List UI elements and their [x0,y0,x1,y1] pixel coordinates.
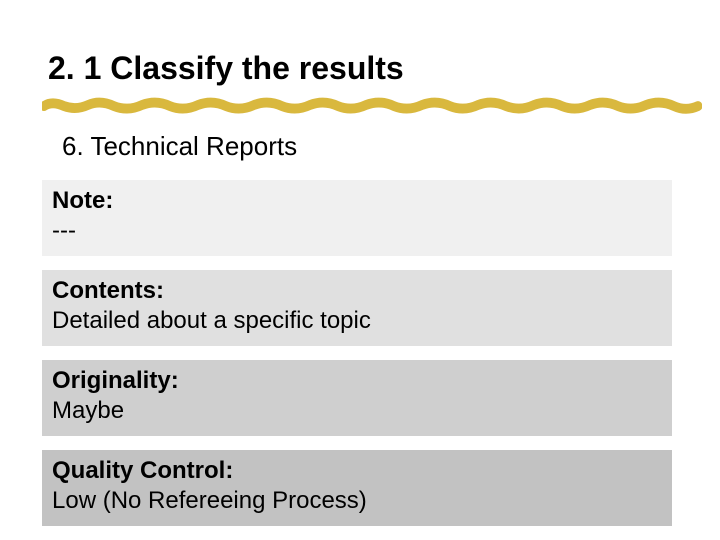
info-rows: Note: --- Contents: Detailed about a spe… [42,180,672,526]
info-row-originality: Originality: Maybe [42,360,672,436]
row-value: Low (No Refereeing Process) [52,486,662,516]
info-row-quality-control: Quality Control: Low (No Refereeing Proc… [42,450,672,526]
title-underline [42,93,702,117]
row-label: Note: [52,186,662,216]
row-label: Quality Control: [52,456,662,486]
row-value: --- [52,216,662,246]
info-row-note: Note: --- [42,180,672,256]
info-row-contents: Contents: Detailed about a specific topi… [42,270,672,346]
slide-subheading: 6. Technical Reports [62,131,672,162]
row-label: Originality: [52,366,662,396]
slide-title: 2. 1 Classify the results [48,50,672,87]
row-label: Contents: [52,276,662,306]
slide: 2. 1 Classify the results 6. Technical R… [0,0,720,526]
row-value: Detailed about a specific topic [52,306,662,336]
row-value: Maybe [52,396,662,426]
